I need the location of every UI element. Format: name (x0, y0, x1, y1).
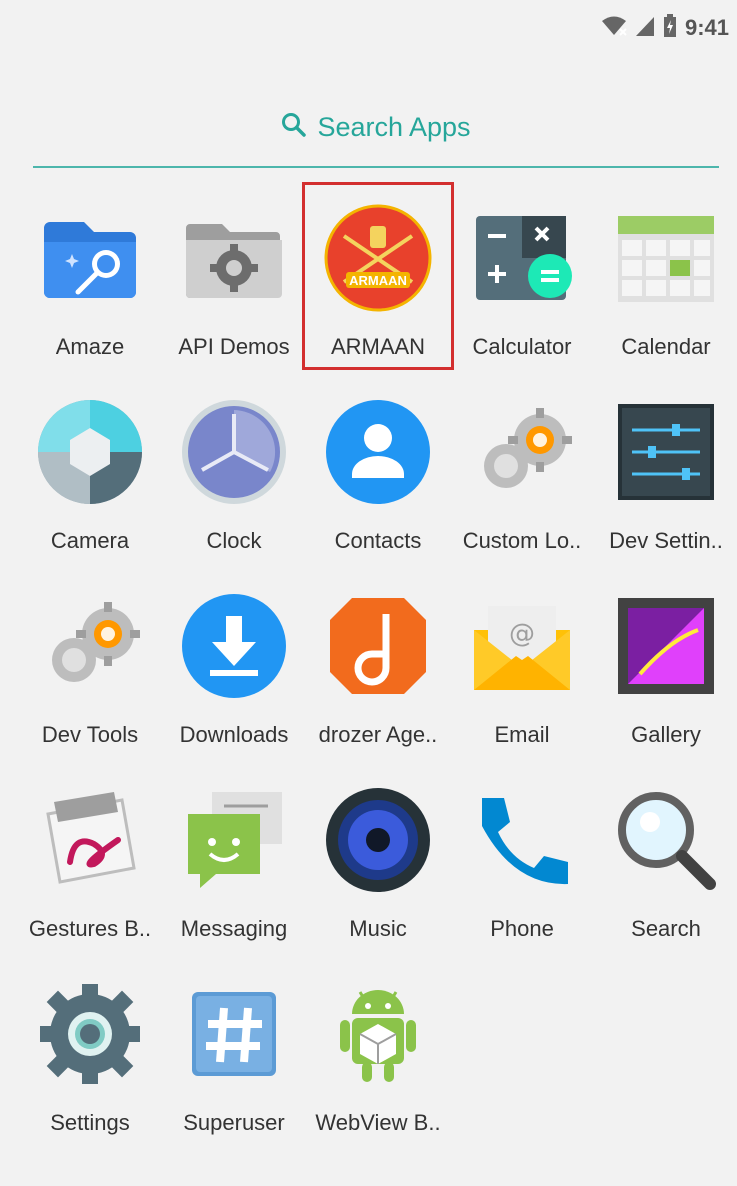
amaze-folder-icon (34, 202, 146, 314)
app-grid: Amaze API Demos ARMAAN ARMAAN Calculator (18, 196, 737, 1166)
email-envelope-icon: @ (466, 590, 578, 702)
app-drozer-agent[interactable]: drozer Age.. (306, 584, 450, 778)
app-label: Dev Settin.. (609, 528, 723, 553)
app-downloads[interactable]: Downloads (162, 584, 306, 778)
music-speaker-icon (322, 784, 434, 896)
phone-handset-icon (466, 784, 578, 896)
app-label: Email (494, 722, 550, 747)
gallery-picture-icon (610, 590, 722, 702)
app-label: Settings (50, 1110, 130, 1135)
search-icon (281, 112, 307, 143)
app-calendar[interactable]: Calendar (594, 196, 737, 390)
webview-android-icon (322, 978, 434, 1090)
app-gallery[interactable]: Gallery (594, 584, 737, 778)
app-clock[interactable]: Clock (162, 390, 306, 584)
calendar-icon (610, 202, 722, 314)
app-label: Downloads (179, 722, 289, 747)
app-label: Superuser (183, 1110, 285, 1135)
status-time: 9:41 (684, 15, 729, 40)
app-row: Gestures B.. Messaging Music Phone Searc… (18, 778, 737, 972)
armaan-emblem-icon: ARMAAN (322, 202, 434, 314)
app-email[interactable]: @ Email (450, 584, 594, 778)
clock-icon (178, 396, 290, 508)
app-row: Dev Tools Downloads drozer Age.. @ Email (18, 584, 737, 778)
signal-icon (635, 15, 655, 42)
gestures-icon (34, 784, 146, 896)
app-superuser[interactable]: Superuser (162, 972, 306, 1166)
app-label: API Demos (178, 334, 290, 359)
drozer-d-icon (322, 590, 434, 702)
search-apps-label: Search Apps (317, 111, 471, 142)
app-gestures-builder[interactable]: Gestures B.. (18, 778, 162, 972)
app-label: Calendar (621, 334, 711, 359)
app-label: Search (631, 916, 701, 941)
custom-locale-gear-icon (466, 396, 578, 508)
app-drawer: 9:41 Search Apps Amaze API Demos ARMAAN … (0, 0, 737, 1186)
svg-text:@: @ (509, 619, 535, 649)
app-search[interactable]: Search (594, 778, 737, 972)
app-contacts[interactable]: Contacts (306, 390, 450, 584)
app-label: Messaging (180, 916, 288, 941)
armaan-badge-text: ARMAAN (349, 273, 407, 288)
app-music[interactable]: Music (306, 778, 450, 972)
app-row: Settings Superuser WebView B.. (18, 972, 737, 1166)
api-demos-folder-icon (178, 202, 290, 314)
app-label: Dev Tools (41, 722, 139, 747)
app-amaze[interactable]: Amaze (18, 196, 162, 390)
dev-settings-sliders-icon (610, 396, 722, 508)
app-label: Camera (50, 528, 130, 553)
camera-shutter-icon (34, 396, 146, 508)
battery-icon (663, 13, 677, 43)
status-bar: 9:41 (0, 0, 737, 56)
app-label: Music (349, 916, 407, 941)
app-armaan[interactable]: ARMAAN ARMAAN (306, 196, 450, 390)
app-phone[interactable]: Phone (450, 778, 594, 972)
app-label: Contacts (334, 528, 422, 553)
app-row: Amaze API Demos ARMAAN ARMAAN Calculator (18, 196, 737, 390)
app-label: Custom Lo.. (462, 528, 582, 553)
app-label: WebView B.. (315, 1110, 441, 1135)
app-custom-locale[interactable]: Custom Lo.. (450, 390, 594, 584)
superuser-hash-icon (178, 978, 290, 1090)
app-dev-settings[interactable]: Dev Settin.. (594, 390, 737, 584)
app-label: Calculator (472, 334, 572, 359)
search-apps-bar[interactable]: Search Apps (33, 88, 719, 168)
app-api-demos[interactable]: API Demos (162, 196, 306, 390)
app-camera[interactable]: Camera (18, 390, 162, 584)
app-calculator[interactable]: Calculator (450, 196, 594, 390)
dev-tools-gear-icon (34, 590, 146, 702)
calculator-icon (466, 202, 578, 314)
app-messaging[interactable]: Messaging (162, 778, 306, 972)
messaging-smiley-icon (178, 784, 290, 896)
app-label: Gallery (631, 722, 701, 747)
wifi-icon (601, 15, 627, 42)
contacts-person-icon (322, 396, 434, 508)
app-settings[interactable]: Settings (18, 972, 162, 1166)
app-label: ARMAAN (330, 334, 426, 359)
app-label: drozer Age.. (318, 722, 438, 747)
app-label: Clock (206, 528, 262, 553)
magnifier-icon (610, 784, 722, 896)
app-webview-browser[interactable]: WebView B.. (306, 972, 450, 1166)
app-label: Amaze (55, 334, 125, 359)
app-row: Camera Clock Contacts Custom Lo.. Dev Se… (18, 390, 737, 584)
app-label: Phone (490, 916, 554, 941)
settings-gear-icon (34, 978, 146, 1090)
download-arrow-icon (178, 590, 290, 702)
app-dev-tools[interactable]: Dev Tools (18, 584, 162, 778)
app-label: Gestures B.. (28, 916, 152, 941)
